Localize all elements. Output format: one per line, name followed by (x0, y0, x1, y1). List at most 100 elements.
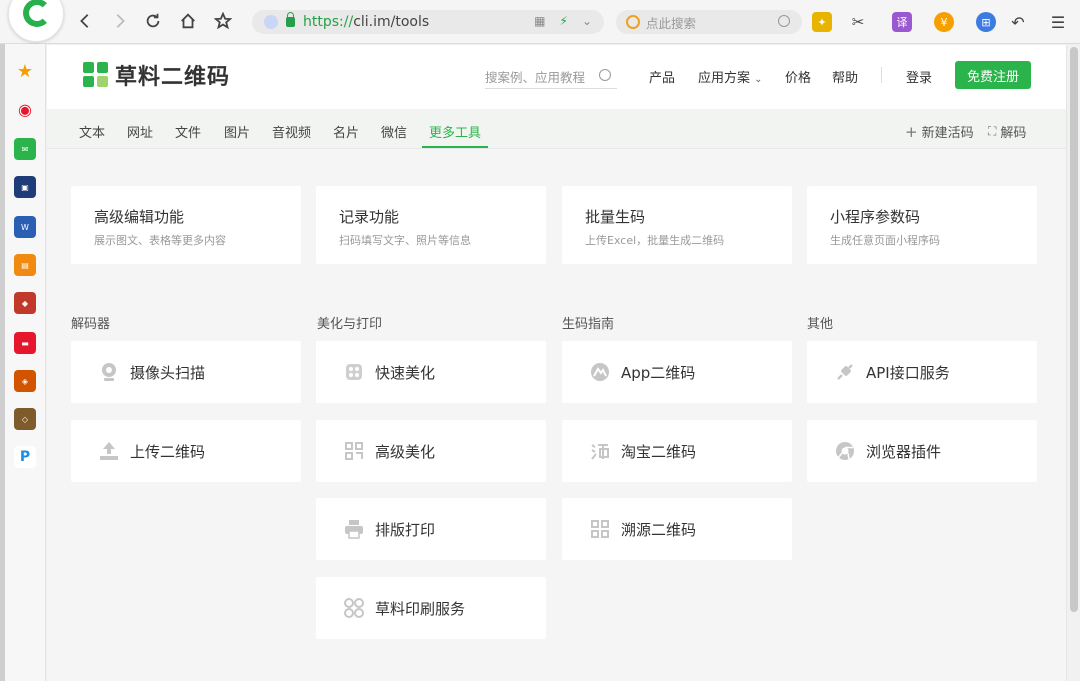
scrollbar-thumb[interactable] (1070, 47, 1078, 612)
game-icon[interactable]: ◆ (14, 292, 36, 314)
card-title: 小程序参数码 (830, 208, 921, 226)
bookmark-star-icon[interactable] (210, 8, 236, 34)
browser-search-placeholder: 点此搜索 (646, 15, 697, 31)
tool-label: 浏览器插件 (866, 442, 942, 461)
weibo-icon[interactable]: ◉ (14, 98, 36, 120)
printer-icon (343, 518, 365, 540)
reload-icon[interactable] (140, 8, 166, 34)
nav-solutions-label: 应用方案 (698, 71, 751, 86)
extension-icon[interactable]: ✦ (812, 12, 832, 32)
tab-audio-video[interactable]: 音视频 (272, 122, 311, 141)
browser-search-input[interactable]: 点此搜索 (616, 10, 802, 34)
qr-code-icon[interactable]: ▦ (534, 14, 545, 28)
section-title-decoder: 解码器 (71, 317, 111, 332)
decode-label: 解码 (1000, 126, 1027, 141)
tool-trace-qr[interactable]: 溯源二维码 (562, 498, 792, 560)
tab-image[interactable]: 图片 (224, 122, 250, 141)
tool-camera-scan[interactable]: 摄像头扫描 (71, 341, 301, 403)
print-service-icon (343, 597, 365, 619)
tool-label: 排版打印 (375, 520, 436, 539)
tool-label: 溯源二维码 (621, 520, 697, 539)
url-host: cli.im/tools (353, 14, 430, 30)
tool-advanced-beautify[interactable]: 高级美化 (316, 420, 546, 482)
browser-sidebar: ★ ◉ ✉ ▣ W ▤ ◆ ▬ ◈ ◇ P (0, 44, 46, 681)
undo-icon[interactable]: ↶ (1008, 12, 1028, 32)
dropdown-icon[interactable]: ⌄ (582, 14, 592, 28)
page-scrollbar[interactable] (1066, 45, 1080, 681)
tool-app-qr[interactable]: App二维码 (562, 341, 792, 403)
word-icon[interactable]: W (14, 216, 36, 238)
game-icon-2[interactable]: ◈ (14, 370, 36, 392)
new-live-code-button[interactable]: + 新建活码 (905, 122, 974, 142)
tab-text[interactable]: 文本 (79, 122, 105, 141)
menu-icon[interactable]: ☰ (1048, 12, 1068, 32)
translate-icon[interactable]: 译 (892, 12, 912, 32)
api-icon (834, 361, 856, 383)
tool-label: 高级美化 (375, 442, 436, 461)
site-logo[interactable]: 草料二维码 (83, 59, 230, 91)
game-icon-3[interactable]: ◇ (14, 408, 36, 430)
tool-taobao-qr[interactable]: 淘宝二维码 (562, 420, 792, 482)
card-title: 高级编辑功能 (94, 208, 185, 226)
tool-layout-print[interactable]: 排版打印 (316, 498, 546, 560)
card-advanced-edit[interactable]: 高级编辑功能 展示图文、表格等更多内容 (71, 186, 301, 264)
section-title-guide: 生码指南 (562, 317, 615, 332)
tool-label: 草料印刷服务 (375, 599, 466, 618)
tool-label: API接口服务 (866, 363, 950, 382)
address-bar[interactable]: https:// cli.im/tools ▦ ⚡ ⌄ (252, 10, 604, 34)
tool-print-service[interactable]: 草料印刷服务 (316, 577, 546, 639)
search-icon[interactable] (778, 15, 790, 27)
logo-text: 草料二维码 (115, 65, 231, 90)
trace-qr-icon (589, 518, 611, 540)
camera-icon (98, 361, 120, 383)
tool-tabs: 文本 网址 文件 图片 音视频 名片 微信 更多工具 + 新建活码 ⛶ 解码 (47, 109, 1066, 149)
mail-icon[interactable]: ✉ (14, 138, 36, 160)
search-engine-icon[interactable] (626, 15, 640, 29)
decode-button[interactable]: ⛶ 解码 (988, 122, 1026, 141)
section-title-other: 其他 (807, 317, 834, 332)
card-miniprogram[interactable]: 小程序参数码 生成任意页面小程序码 (807, 186, 1037, 264)
tab-wechat[interactable]: 微信 (381, 122, 407, 141)
nav-pricing[interactable]: 价格 (785, 67, 811, 86)
payment-icon[interactable]: ¥ (934, 12, 954, 32)
card-desc: 上传Excel，批量生成二维码 (585, 234, 725, 247)
browser-logo-icon[interactable] (8, 0, 64, 42)
card-title: 记录功能 (339, 208, 400, 226)
tab-business-card[interactable]: 名片 (333, 122, 359, 141)
tab-url[interactable]: 网址 (127, 122, 153, 141)
site-info-icon[interactable] (264, 15, 278, 29)
card-desc: 扫码填写文字、照片等信息 (339, 234, 471, 247)
chevron-down-icon: ⌄ (754, 74, 763, 85)
nav-solutions[interactable]: 应用方案 ⌄ (698, 67, 763, 86)
tool-api-service[interactable]: API接口服务 (807, 341, 1037, 403)
nav-help[interactable]: 帮助 (832, 67, 858, 86)
url-scheme: https:// (303, 14, 354, 30)
tab-file[interactable]: 文件 (175, 122, 201, 141)
app-icon (589, 361, 611, 383)
tool-upload-qr[interactable]: 上传二维码 (71, 420, 301, 482)
forward-icon[interactable] (107, 8, 133, 34)
login-link[interactable]: 登录 (906, 67, 932, 86)
favorites-icon[interactable]: ★ (14, 60, 36, 82)
tool-label: 快速美化 (375, 363, 436, 382)
novel-app-icon[interactable]: ▤ (14, 254, 36, 276)
back-icon[interactable] (72, 8, 98, 34)
p-app-icon[interactable]: P (14, 446, 36, 468)
card-desc: 展示图文、表格等更多内容 (94, 234, 226, 247)
apps-icon[interactable]: ⊞ (976, 12, 996, 32)
xiaohongshu-icon[interactable]: ▬ (14, 332, 36, 354)
tab-more-tools[interactable]: 更多工具 (429, 122, 481, 141)
nav-product[interactable]: 产品 (649, 67, 675, 86)
card-record[interactable]: 记录功能 扫码填写文字、照片等信息 (316, 186, 546, 264)
tool-browser-plugin[interactable]: 浏览器插件 (807, 420, 1037, 482)
home-icon[interactable] (175, 8, 201, 34)
card-batch[interactable]: 批量生码 上传Excel，批量生成二维码 (562, 186, 792, 264)
site-search-input[interactable]: 搜案例、应用教程 (485, 65, 617, 89)
tool-quick-beautify[interactable]: 快速美化 (316, 341, 546, 403)
flash-icon[interactable]: ⚡ (560, 14, 568, 28)
card-title: 批量生码 (585, 208, 646, 226)
game-app-icon[interactable]: ▣ (14, 176, 36, 198)
register-button[interactable]: 免费注册 (955, 61, 1031, 89)
site-search-icon[interactable] (599, 69, 611, 81)
cut-icon[interactable]: ✂ (848, 12, 868, 32)
